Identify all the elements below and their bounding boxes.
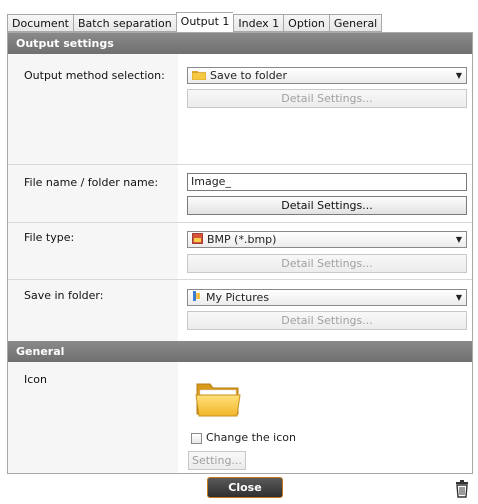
tab-bar: Document Batch separation Output 1 Index…	[7, 12, 383, 33]
chevron-down-icon: ▼	[455, 293, 462, 302]
close-button[interactable]: Close	[207, 477, 283, 498]
chevron-down-icon: ▼	[455, 235, 462, 244]
change-icon-label: Change the icon	[206, 431, 296, 444]
save-in-folder-detail-button[interactable]: Detail Settings...	[187, 311, 467, 330]
output-method-select[interactable]: Save to folder ▼	[187, 67, 467, 84]
file-type-select[interactable]: BMP (*.bmp) ▼	[187, 231, 467, 248]
tab-output-1[interactable]: Output 1	[175, 12, 234, 33]
file-name-input[interactable]: Image_	[187, 173, 467, 191]
tab-document[interactable]: Document	[7, 14, 73, 32]
general-header: General	[8, 341, 472, 362]
bmp-file-icon	[192, 232, 203, 248]
save-in-folder-select[interactable]: My Pictures ▼	[187, 289, 467, 306]
my-pictures-icon	[192, 290, 202, 306]
file-type-detail-button[interactable]: Detail Settings...	[187, 254, 467, 273]
file-type-label: File type:	[24, 231, 75, 244]
icon-setting-button[interactable]: Setting...	[188, 451, 246, 470]
divider	[8, 164, 472, 165]
change-icon-checkbox[interactable]	[191, 433, 202, 444]
chevron-down-icon: ▼	[455, 71, 462, 80]
file-name-detail-button[interactable]: Detail Settings...	[187, 196, 467, 215]
output-settings-header: Output settings	[8, 33, 472, 54]
file-type-value: BMP (*.bmp)	[207, 233, 277, 246]
save-in-folder-label: Save in folder:	[24, 289, 104, 302]
tab-batch-separation[interactable]: Batch separation	[73, 14, 176, 32]
trash-icon[interactable]	[455, 480, 469, 498]
folder-icon	[194, 376, 242, 420]
icon-label: Icon	[24, 373, 47, 386]
divider	[8, 279, 472, 280]
save-in-folder-value: My Pictures	[206, 291, 270, 304]
output-method-value: Save to folder	[210, 69, 287, 82]
settings-panel: Output settings Output method selection:…	[7, 32, 473, 474]
tab-index-1[interactable]: Index 1	[233, 14, 284, 32]
output-method-label: Output method selection:	[24, 69, 165, 82]
tab-option[interactable]: Option	[283, 14, 329, 32]
divider	[8, 222, 472, 223]
folder-icon	[191, 69, 207, 84]
file-name-label: File name / folder name:	[24, 176, 159, 189]
output-method-detail-button[interactable]: Detail Settings...	[187, 89, 467, 108]
tab-general[interactable]: General	[328, 14, 383, 32]
